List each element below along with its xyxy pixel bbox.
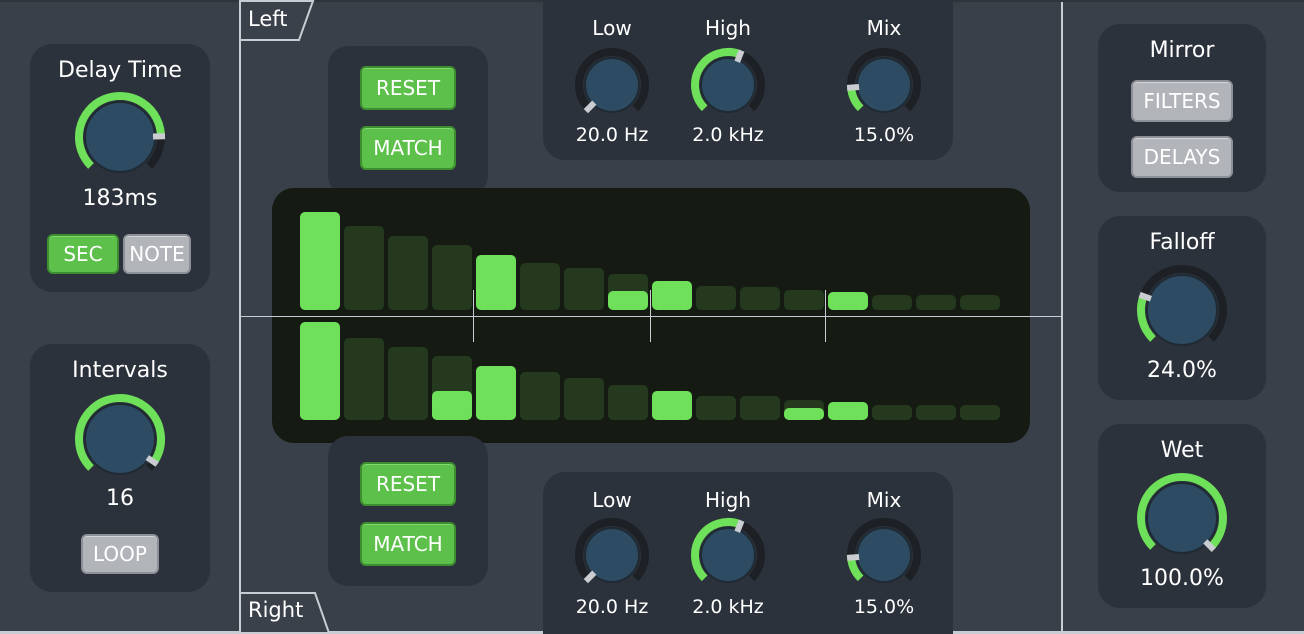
left-divider	[239, 0, 241, 634]
left-high-knob[interactable]	[690, 47, 766, 123]
wet-knob[interactable]	[1136, 472, 1228, 564]
left-mix-label: Mix	[866, 16, 902, 40]
left-tap-bar[interactable]	[520, 262, 560, 310]
right-reset-button[interactable]: RESET	[360, 462, 456, 506]
right-tap-bar-fill	[432, 391, 472, 420]
right-tap-bar[interactable]	[608, 384, 648, 420]
right-high-value: 2.0 kHz	[692, 596, 764, 618]
left-tap-bar[interactable]	[300, 212, 340, 310]
intervals-value: 16	[106, 486, 134, 511]
right-low-label: Low	[592, 488, 632, 512]
sec-button[interactable]: SEC	[47, 234, 119, 274]
left-tap-bar[interactable]	[784, 290, 824, 310]
wet-title: Wet	[1160, 438, 1204, 463]
right-tap-bar[interactable]	[872, 405, 912, 420]
right-tap-bar[interactable]	[696, 395, 736, 420]
right-mix-value: 15.0%	[853, 596, 915, 618]
left-mix-value: 15.0%	[853, 124, 915, 146]
left-tap-bar[interactable]	[564, 267, 604, 310]
left-tap-bar[interactable]	[828, 292, 868, 310]
delay-time-value: 183ms	[82, 186, 158, 211]
left-tap-bar-fill	[608, 291, 648, 310]
right-low-knob[interactable]	[574, 517, 650, 593]
left-match-button[interactable]: MATCH	[360, 126, 456, 170]
left-high-label: High	[705, 16, 751, 40]
loop-button[interactable]: LOOP	[81, 534, 159, 574]
right-tap-bar[interactable]	[520, 371, 560, 420]
mirror-title: Mirror	[1149, 38, 1215, 63]
left-tap-bar[interactable]	[916, 295, 956, 310]
left-tap-bar[interactable]	[476, 255, 516, 310]
left-tap-bar[interactable]	[872, 295, 912, 310]
right-tap-bar[interactable]	[564, 377, 604, 420]
right-low-value: 20.0 Hz	[575, 596, 649, 618]
left-tap-bar[interactable]	[344, 225, 384, 310]
right-tap-bar[interactable]	[916, 405, 956, 420]
right-divider	[1061, 0, 1063, 634]
delay-time-title: Delay Time	[58, 58, 182, 83]
falloff-title: Falloff	[1149, 230, 1215, 255]
right-tap-bar[interactable]	[740, 396, 780, 420]
intervals-knob[interactable]	[74, 393, 166, 485]
right-tap-bar[interactable]	[828, 402, 868, 420]
right-mix-label: Mix	[866, 488, 902, 512]
right-tap-bar[interactable]	[300, 322, 340, 420]
delay-time-knob[interactable]	[74, 91, 166, 183]
right-tap-bar-fill	[784, 408, 824, 420]
mirror-filters-button[interactable]: FILTERS	[1131, 80, 1233, 122]
left-low-label: Low	[592, 16, 632, 40]
tap-marker-1	[473, 290, 474, 342]
right-tap-bar[interactable]	[476, 366, 516, 420]
left-high-value: 2.0 kHz	[692, 124, 764, 146]
wet-value: 100.0%	[1140, 566, 1224, 591]
right-match-button[interactable]: MATCH	[360, 522, 456, 566]
left-tap-bar[interactable]	[960, 295, 1000, 310]
right-high-label: High	[705, 488, 751, 512]
left-low-value: 20.0 Hz	[575, 124, 649, 146]
left-mix-knob[interactable]	[846, 47, 922, 123]
falloff-knob[interactable]	[1136, 264, 1228, 356]
tab-right-label: Right	[248, 598, 304, 622]
left-low-knob[interactable]	[574, 47, 650, 123]
falloff-value: 24.0%	[1147, 358, 1217, 383]
right-tap-bar[interactable]	[960, 405, 1000, 420]
right-high-knob[interactable]	[690, 517, 766, 593]
right-tap-bar[interactable]	[388, 346, 428, 420]
note-button[interactable]: NOTE	[123, 234, 191, 274]
right-mix-knob[interactable]	[846, 517, 922, 593]
intervals-title: Intervals	[72, 358, 168, 383]
tab-left-label: Left	[248, 7, 288, 31]
right-tap-bar[interactable]	[652, 390, 692, 420]
left-tap-bar[interactable]	[388, 235, 428, 310]
center-horizontal-line	[241, 316, 1061, 317]
left-tap-bar[interactable]	[432, 245, 472, 310]
left-tap-bar[interactable]	[696, 285, 736, 310]
left-reset-button[interactable]: RESET	[360, 66, 456, 110]
tap-marker-2	[650, 290, 651, 342]
left-tap-bar[interactable]	[740, 287, 780, 310]
right-tap-bar[interactable]	[344, 337, 384, 420]
tap-marker-3	[825, 290, 826, 342]
left-tap-bar[interactable]	[652, 280, 692, 310]
mirror-delays-button[interactable]: DELAYS	[1131, 136, 1233, 178]
